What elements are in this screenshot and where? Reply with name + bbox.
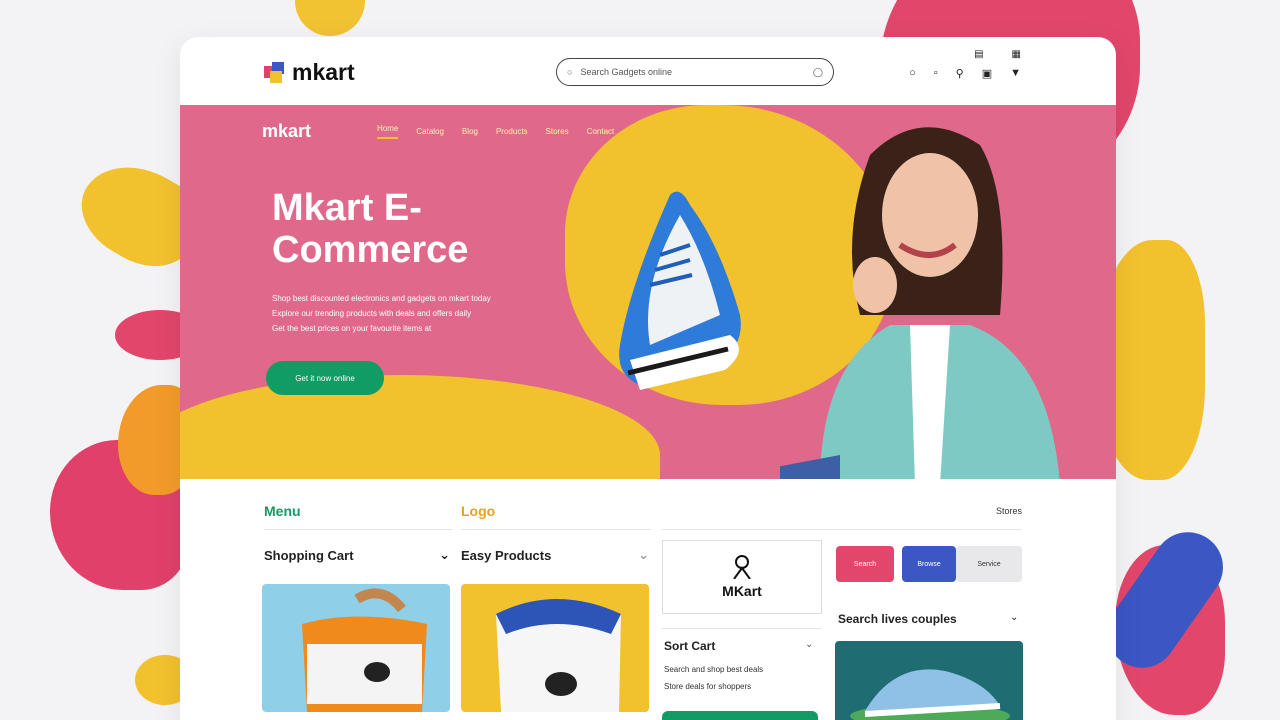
- hero-title: Mkart E-Commerce: [272, 187, 469, 271]
- chip-search[interactable]: Search: [836, 546, 894, 582]
- chevron-down-icon: ⌄: [439, 547, 450, 562]
- chevron-down-icon: ⌄: [638, 547, 649, 562]
- nav-item-contact[interactable]: Contact: [587, 127, 615, 136]
- orange-bag-image: [302, 588, 427, 712]
- decor-blob: [295, 0, 365, 36]
- nav-item-blog[interactable]: Blog: [462, 127, 478, 136]
- filter-icon[interactable]: ▼: [1010, 67, 1021, 80]
- search-left-icon: ○: [567, 67, 573, 77]
- search-section-title: Search lives couples: [838, 612, 957, 626]
- divider: [662, 628, 822, 629]
- hero-copy-line: Explore our trending products with deals…: [272, 309, 472, 318]
- person-icon: [733, 555, 751, 579]
- search-small-icon[interactable]: ⚲: [956, 67, 964, 80]
- user-icon[interactable]: ▣: [982, 67, 992, 80]
- chevron-down-icon[interactable]: ⌄: [1010, 612, 1018, 623]
- chat-icon[interactable]: ▫: [934, 67, 938, 80]
- logo[interactable]: mkart: [264, 59, 355, 86]
- logo-title: Logo: [461, 503, 496, 519]
- chevron-down-icon[interactable]: ⌄: [805, 639, 813, 650]
- hero-copy-line: Shop best discounted electronics and gad…: [272, 294, 491, 303]
- product-card-bag-white[interactable]: [461, 584, 649, 712]
- hero-copy: Shop best discounted electronics and gad…: [272, 291, 612, 336]
- nav-item-products[interactable]: Products: [496, 127, 528, 136]
- white-bag-image: [496, 599, 621, 712]
- search-icon[interactable]: ◯: [813, 67, 823, 78]
- hero-nav: mkart Home Catalog Blog Products Stores …: [262, 121, 614, 142]
- hero-brand[interactable]: mkart: [262, 121, 311, 142]
- mkart-logo-box[interactable]: MKart: [662, 540, 822, 614]
- logo-mark-icon: [264, 61, 286, 84]
- sort-cart-line: Store deals for shoppers: [664, 682, 752, 691]
- dropdown-label: Shopping Cart: [264, 547, 354, 563]
- easy-products-dropdown[interactable]: Easy Products ⌄: [461, 547, 649, 563]
- hero: mkart Home Catalog Blog Products Stores …: [180, 105, 1116, 479]
- sort-cart-title: Sort Cart: [664, 639, 716, 653]
- lower-section: Menu Logo Stores Shopping Cart ⌄ Easy Pr…: [180, 479, 1116, 720]
- shopping-cart-dropdown[interactable]: Shopping Cart ⌄: [264, 547, 450, 563]
- hero-copy-line: Get the best prices on your favourite it…: [272, 324, 432, 333]
- divider: [662, 529, 1022, 530]
- logo-text: mkart: [292, 59, 355, 85]
- woman-image: [780, 127, 1060, 479]
- top-icons: ▤ ▦: [974, 49, 1021, 60]
- icon-row: ○ ▫ ⚲ ▣ ▼: [909, 67, 1021, 80]
- browser-card: mkart ○ Search Gadgets online ◯ ▤ ▦ ○ ▫ …: [180, 37, 1116, 720]
- cart-icon[interactable]: ○: [909, 67, 916, 80]
- divider: [461, 529, 651, 530]
- grid-icon[interactable]: ▦: [1012, 49, 1021, 60]
- chip-service[interactable]: Service: [956, 546, 1022, 582]
- green-action-bar[interactable]: [662, 711, 818, 720]
- sort-cart-line: Search and shop best deals: [664, 665, 764, 674]
- sneaker-image: [619, 191, 741, 390]
- search-bar[interactable]: ○ Search Gadgets online ◯: [556, 58, 834, 86]
- stores-label[interactable]: Stores: [996, 506, 1022, 516]
- nav-item-catalog[interactable]: Catalog: [416, 127, 444, 136]
- dropdown-label: Easy Products: [461, 547, 552, 563]
- menu-title: Menu: [264, 503, 301, 519]
- search-input[interactable]: Search Gadgets online: [580, 67, 804, 77]
- hero-blob: [180, 375, 660, 479]
- nav-item-home[interactable]: Home: [377, 124, 399, 139]
- message-icon[interactable]: ▤: [974, 49, 983, 60]
- mkart-box-label: MKart: [722, 583, 762, 599]
- divider: [264, 529, 452, 530]
- product-card-shoe[interactable]: [835, 641, 1023, 720]
- top-bar: mkart ○ Search Gadgets online ◯ ▤ ▦ ○ ▫ …: [180, 37, 1116, 105]
- product-card-bag-orange[interactable]: [262, 584, 450, 712]
- chip-browse[interactable]: Browse: [902, 546, 956, 582]
- nav-item-stores[interactable]: Stores: [546, 127, 569, 136]
- hero-cta-button[interactable]: Get it now online: [266, 361, 384, 395]
- blue-shoe-image: [850, 669, 1010, 720]
